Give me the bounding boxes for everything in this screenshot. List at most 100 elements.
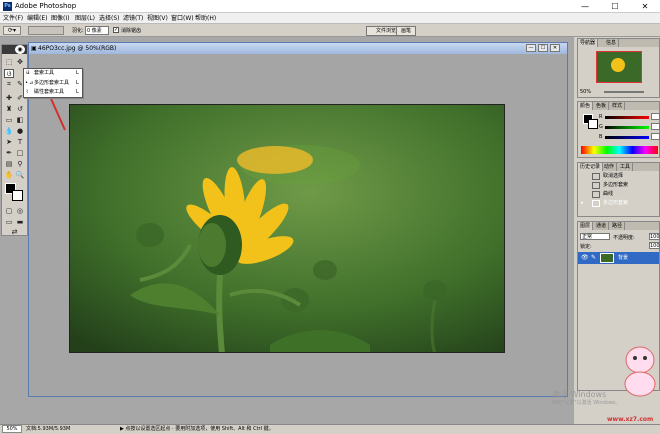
tab-brushes[interactable]: 画笔 — [396, 26, 416, 36]
channel-b-label: B — [599, 134, 603, 140]
dodge-tool-icon[interactable]: ● — [15, 127, 25, 136]
healing-tool-icon[interactable]: ✚ — [4, 94, 14, 103]
menu-edit[interactable]: 编辑(E) — [27, 14, 47, 23]
lock-label: 锁定: — [580, 244, 592, 250]
flyout-polygonal-lasso-tool[interactable]: • ⊿ 多边形套索工具 L — [24, 79, 82, 88]
site-watermark: www.xz7.com — [607, 416, 654, 423]
zoom-field[interactable]: 50% — [2, 425, 22, 433]
channel-g-slider[interactable] — [605, 126, 649, 129]
tab-history[interactable]: 历史记录 — [578, 163, 604, 171]
lasso-icon: ଓ — [26, 70, 30, 76]
pen-tool-icon[interactable]: ✒ — [4, 149, 14, 158]
flyout-magnetic-lasso-tool[interactable]: ⌇ 磁性套索工具 L — [24, 88, 82, 97]
selection-mode-buttons[interactable] — [28, 26, 64, 35]
lasso-tool-icon[interactable]: ଓ — [4, 69, 14, 78]
title-bar: Ps Adobe Photoshop — ☐ ✕ — [0, 0, 660, 13]
stamp-tool-icon[interactable]: ♜ — [4, 105, 14, 114]
channel-b-input[interactable] — [651, 133, 660, 140]
flyout-item-label: 磁性套索工具 — [34, 89, 65, 95]
blur-tool-icon[interactable]: 💧 — [4, 127, 14, 136]
flyout-item-shortcut: L — [76, 70, 79, 76]
antialias-checkbox[interactable]: ✓ — [113, 27, 119, 33]
lasso-preset-icon[interactable]: ⟳▾ — [3, 26, 21, 35]
history-step-icon — [592, 173, 600, 180]
minimize-button[interactable]: — — [570, 0, 600, 13]
path-select-icon[interactable]: ➤ — [4, 138, 14, 147]
history-brush-icon[interactable]: ↺ — [15, 105, 25, 114]
navigator-thumbnail[interactable] — [596, 51, 642, 83]
type-tool-icon[interactable]: T — [15, 138, 25, 147]
gradient-tool-icon[interactable]: ◧ — [15, 116, 25, 125]
menu-view[interactable]: 视图(V) — [147, 14, 168, 23]
navigator-zoom-slider[interactable] — [604, 91, 644, 93]
hand-tool-icon[interactable]: ✋ — [4, 171, 14, 180]
opacity-input[interactable]: 100 — [649, 233, 660, 240]
doc-minimize-button[interactable]: — — [526, 44, 536, 52]
fill-input[interactable]: 100 — [649, 242, 660, 249]
sunflower-photo — [70, 105, 504, 352]
menu-window[interactable]: 窗口(W) — [171, 14, 194, 23]
menu-layer[interactable]: 图层(L) — [75, 14, 95, 23]
image-canvas[interactable] — [69, 104, 505, 353]
blend-mode-select[interactable]: 正常 — [580, 233, 610, 240]
tab-channels[interactable]: 通道 — [594, 222, 610, 230]
layer-brush-icon: ✎ — [591, 254, 597, 261]
maximize-button[interactable]: ☐ — [600, 0, 630, 13]
navigator-tabs: 导航器 信息 — [578, 39, 659, 47]
menu-image[interactable]: 图像(I) — [51, 14, 69, 23]
layer-row-background[interactable]: 👁 ✎ 背景 — [578, 252, 659, 264]
screen-mode-1-icon[interactable]: ▭ — [4, 218, 14, 227]
channel-r-label: R — [599, 114, 603, 120]
notes-tool-icon[interactable]: ▤ — [4, 160, 14, 169]
tab-paths[interactable]: 路径 — [610, 222, 626, 230]
doc-close-button[interactable]: ✕ — [550, 44, 560, 52]
document-window: ▣ 46PO3cc.jpg @ 50%(RGB) — ☐ ✕ — [28, 42, 568, 397]
channel-g-input[interactable] — [651, 123, 660, 130]
feather-input[interactable]: 0 像素 — [85, 26, 109, 35]
flyout-item-label: 套索工具 — [34, 70, 55, 76]
marquee-tool-icon[interactable]: ⬚ — [4, 58, 14, 67]
channel-r-slider[interactable] — [605, 116, 649, 119]
menu-select[interactable]: 选择(S) — [99, 14, 120, 23]
tab-swatches[interactable]: 色板 — [594, 102, 610, 110]
shape-tool-icon[interactable]: □ — [15, 149, 25, 158]
activate-windows-subtext: 转到"设置"以激活 Windows。 — [552, 400, 621, 406]
options-bar: ⟳▾ 羽化: 0 像素 ✓ 消除锯齿 文件浏览 画笔 — [0, 24, 660, 37]
tab-styles[interactable]: 样式 — [610, 102, 626, 110]
tab-actions[interactable]: 动作 — [602, 163, 618, 171]
tab-info[interactable]: 信息 — [604, 39, 620, 47]
screen-mode-2-icon[interactable]: ▬ — [15, 218, 25, 227]
history-panel: 历史记录 动作 工具 取消选择 多边形套索 曲线 ▸ 多边形套索 — [577, 162, 660, 217]
eyedropper-tool-icon[interactable]: ⚲ — [15, 160, 25, 169]
menu-help[interactable]: 帮助(H) — [195, 14, 216, 23]
eraser-tool-icon[interactable]: ▭ — [4, 116, 14, 125]
channel-g-label: G — [599, 124, 603, 130]
selected-bullet-icon: • — [25, 80, 28, 86]
standard-mode-icon[interactable]: ▢ — [4, 207, 14, 216]
history-item-label: 多边形套索 — [603, 182, 629, 188]
history-brush-source-icon[interactable]: ▸ — [581, 199, 584, 208]
flyout-lasso-tool[interactable]: ଓ 套索工具 L — [24, 69, 82, 78]
history-item-label: 取消选择 — [603, 173, 624, 179]
tab-tools[interactable]: 工具 — [618, 163, 634, 171]
jump-to-imageready-icon[interactable]: ⇄ — [4, 228, 25, 237]
color-ramp[interactable] — [581, 146, 658, 154]
menu-file[interactable]: 文件(F) — [3, 14, 23, 23]
doc-maximize-button[interactable]: ☐ — [538, 44, 548, 52]
zoom-tool-icon[interactable]: 🔍 — [15, 171, 25, 180]
menu-filter[interactable]: 滤镜(T) — [123, 14, 143, 23]
quickmask-mode-icon[interactable]: ◎ — [15, 207, 25, 216]
tab-navigator[interactable]: 导航器 — [578, 39, 599, 47]
tab-layers[interactable]: 图层 — [578, 222, 594, 230]
tab-color[interactable]: 颜色 — [578, 102, 594, 110]
layer-visibility-eye-icon[interactable]: 👁 — [581, 253, 589, 262]
mascot-logo-icon — [620, 344, 658, 404]
color-bg-swatch[interactable] — [588, 119, 598, 129]
background-color-swatch[interactable] — [12, 190, 23, 201]
eye-logo-icon: ◉ — [15, 45, 25, 54]
close-button[interactable]: ✕ — [630, 0, 660, 13]
crop-tool-icon[interactable]: ⌗ — [4, 80, 14, 89]
channel-b-slider[interactable] — [605, 136, 649, 139]
move-tool-icon[interactable]: ✥ — [15, 58, 25, 67]
channel-r-input[interactable] — [651, 113, 660, 120]
